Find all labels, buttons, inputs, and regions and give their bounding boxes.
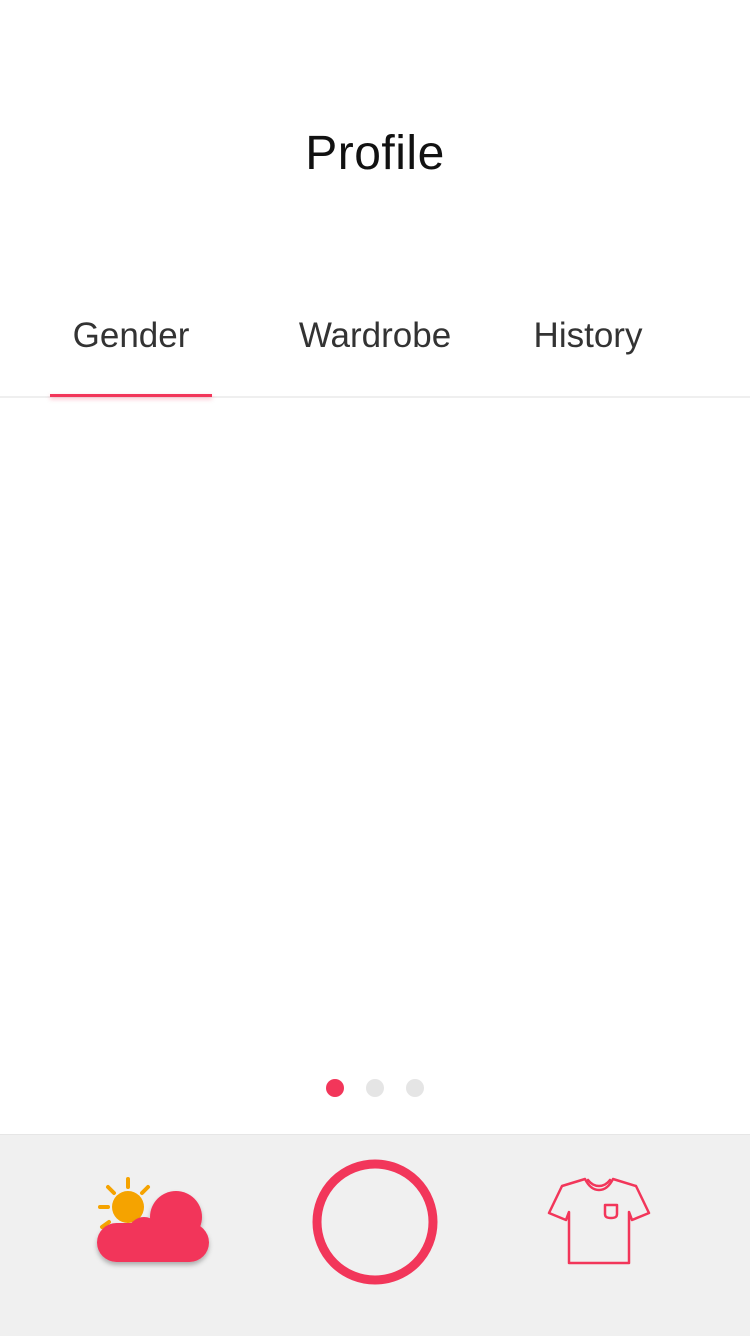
- tab-bar: Gender Wardrobe History: [0, 296, 750, 398]
- page-dot[interactable]: [326, 1079, 344, 1097]
- weather-button[interactable]: [90, 1173, 216, 1273]
- tab-content-area[interactable]: [0, 398, 750, 1058]
- page-title: Profile: [305, 127, 445, 180]
- tab-selected-indicator: [50, 394, 212, 397]
- bottom-nav-bar: [0, 1134, 750, 1336]
- profile-screen: Profile Gender Wardrobe History: [0, 0, 750, 1336]
- capture-ring-icon: [312, 1159, 438, 1285]
- tab-gender[interactable]: Gender: [50, 316, 212, 356]
- wardrobe-button[interactable]: [546, 1173, 652, 1269]
- page-dot[interactable]: [366, 1079, 384, 1097]
- tshirt-icon: [547, 1177, 651, 1265]
- page-indicator: [0, 1079, 750, 1097]
- tab-history[interactable]: History: [510, 316, 666, 356]
- weather-icon: [97, 1177, 209, 1262]
- page-dot[interactable]: [406, 1079, 424, 1097]
- capture-button[interactable]: [308, 1155, 442, 1289]
- tab-wardrobe[interactable]: Wardrobe: [276, 316, 474, 356]
